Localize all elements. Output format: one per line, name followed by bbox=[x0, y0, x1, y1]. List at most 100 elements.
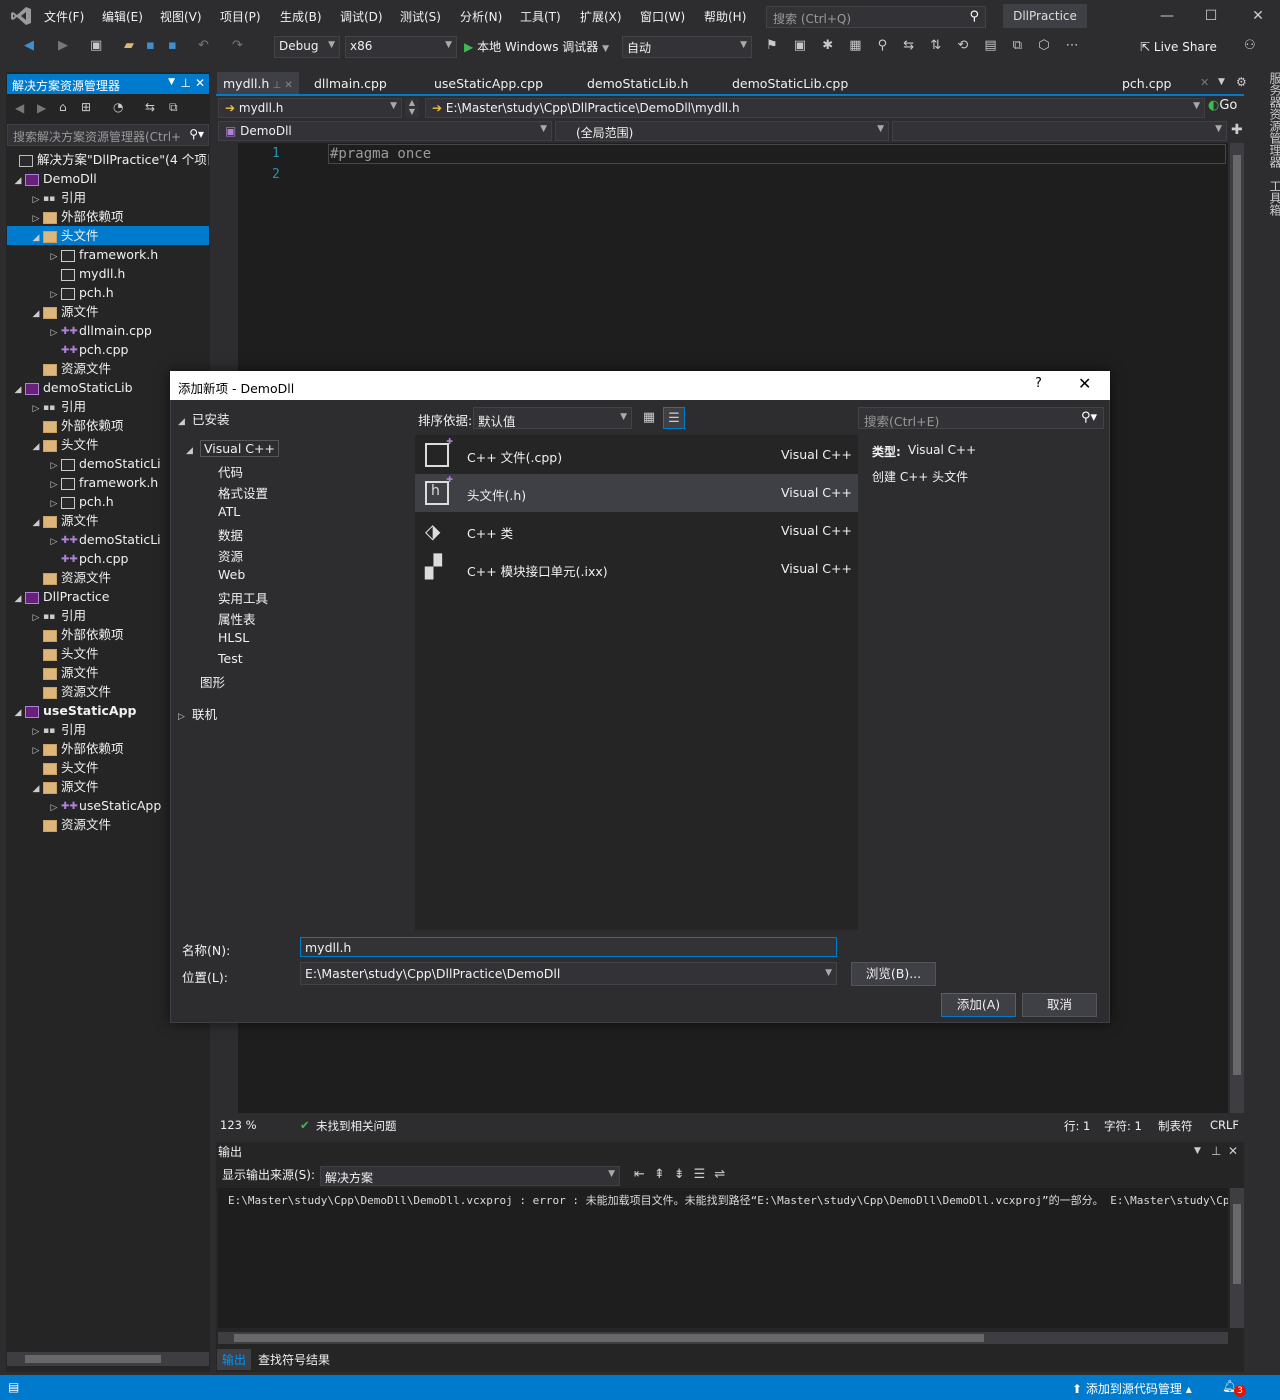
issues-status[interactable]: 未找到相关问题 bbox=[316, 1118, 397, 1134]
add-button[interactable]: 添加(A) bbox=[941, 993, 1016, 1017]
tab-output[interactable]: 输出 bbox=[217, 1349, 252, 1370]
new-project-icon[interactable]: ▣ bbox=[90, 38, 102, 53]
menu-item[interactable]: 分析(N) bbox=[460, 8, 502, 25]
menu-item[interactable]: 调试(D) bbox=[340, 8, 383, 25]
configuration-select[interactable]: Debug ▼ bbox=[274, 36, 340, 58]
maximize-icon[interactable]: ☐ bbox=[1199, 8, 1223, 24]
tabs-indicator[interactable]: 制表符 bbox=[1158, 1118, 1193, 1134]
template-search-input[interactable]: 搜索(Ctrl+E) ⚲▾ bbox=[858, 407, 1104, 429]
close-tab-icon[interactable]: ✕ bbox=[1200, 76, 1209, 89]
doc-tab[interactable]: demoStaticLib.h bbox=[581, 72, 694, 94]
category-item[interactable]: 实用工具 bbox=[218, 588, 268, 607]
member-scope-select[interactable]: ▼ bbox=[892, 121, 1227, 141]
zoom-level[interactable]: 123 % bbox=[220, 1118, 257, 1132]
output-source-select[interactable]: 解决方案 ▼ bbox=[320, 1166, 620, 1186]
tree-item[interactable]: ◢ 头文件 bbox=[7, 226, 209, 245]
doc-tab[interactable]: dllmain.cpp bbox=[308, 72, 393, 94]
expand-arrow-icon[interactable]: ◢ bbox=[11, 172, 25, 188]
tab-list-icon[interactable]: ▼ bbox=[1218, 77, 1225, 87]
platform-select[interactable]: x86 ▼ bbox=[345, 36, 457, 58]
category-item[interactable]: HLSL bbox=[218, 630, 249, 645]
start-debugging-button[interactable]: ▶ 本地 Windows 调试器 ▼ bbox=[464, 38, 609, 55]
expand-arrow-icon[interactable]: ▷ bbox=[47, 457, 61, 473]
expand-arrow-icon[interactable]: ▷ bbox=[47, 286, 61, 302]
expand-arrow-icon[interactable]: ◢ bbox=[11, 590, 25, 606]
tab-find-symbol-results[interactable]: 查找符号结果 bbox=[253, 1349, 335, 1370]
file-nav-select[interactable]: ➔ mydll.h ▼ bbox=[218, 98, 402, 118]
output-vscrollbar[interactable] bbox=[1230, 1188, 1244, 1328]
expand-arrow-icon[interactable]: ◢ bbox=[29, 438, 43, 454]
category-item[interactable]: 数据 bbox=[218, 525, 243, 544]
back-icon[interactable]: ◀ bbox=[24, 38, 34, 53]
debug-target-select[interactable]: 自动 ▼ bbox=[622, 36, 752, 58]
tree-item[interactable]: ✚✚pch.cpp bbox=[7, 340, 209, 359]
quick-search-input[interactable]: 搜索 (Ctrl+Q) ⚲ bbox=[766, 6, 986, 28]
tree-item[interactable]: mydll.h bbox=[7, 264, 209, 283]
browse-button[interactable]: 浏览(B)... bbox=[851, 962, 936, 986]
category-item[interactable]: 资源 bbox=[218, 546, 243, 565]
add-to-source-control-button[interactable]: ⬆ 添加到源代码管理 ▴ bbox=[1072, 1380, 1192, 1397]
expand-arrow-icon[interactable]: ▷ bbox=[47, 533, 61, 549]
menu-item[interactable]: 生成(B) bbox=[280, 8, 322, 25]
dropdown-icon[interactable]: ▼ bbox=[168, 77, 175, 87]
output-hscrollbar[interactable] bbox=[218, 1332, 1228, 1344]
expand-arrow-icon[interactable]: ▷ bbox=[29, 742, 43, 758]
pin-icon[interactable]: ⊥ bbox=[181, 76, 191, 90]
expand-arrow-icon[interactable]: ▷ bbox=[47, 248, 61, 264]
solution-explorer-hscrollbar[interactable] bbox=[7, 1352, 209, 1366]
location-select[interactable]: E:\Master\study\Cpp\DllPractice\DemoDll ▼ bbox=[300, 962, 837, 985]
global-scope-select[interactable]: (全局范围) ▼ bbox=[555, 121, 889, 141]
category-item[interactable]: ◢ Visual C++ bbox=[186, 440, 279, 457]
expand-arrow-icon[interactable]: ▷ bbox=[47, 495, 61, 511]
expand-arrow-icon[interactable]: ◢ bbox=[11, 704, 25, 720]
switch-view-icon[interactable]: ⊞ bbox=[81, 100, 91, 114]
category-item[interactable]: Web bbox=[218, 567, 245, 582]
pending-changes-icon[interactable]: ◔ bbox=[113, 100, 123, 114]
category-item[interactable]: 图形 bbox=[200, 672, 225, 691]
menu-item[interactable]: 编辑(E) bbox=[102, 8, 143, 25]
code-line[interactable]: #pragma once bbox=[330, 146, 431, 162]
expand-arrow-icon[interactable]: ▷ bbox=[29, 210, 43, 226]
menu-item[interactable]: 窗口(W) bbox=[640, 8, 685, 25]
undo-icon[interactable]: ↶ bbox=[198, 38, 209, 53]
menu-item[interactable]: 扩展(X) bbox=[580, 8, 622, 25]
file-path-select[interactable]: ➔ E:\Master\study\Cpp\DllPractice\DemoDl… bbox=[425, 98, 1205, 118]
dropdown-icon[interactable]: ▼ bbox=[1194, 1146, 1201, 1156]
pin-icon[interactable]: ⊥ bbox=[1211, 1144, 1221, 1158]
redo-icon[interactable]: ↷ bbox=[232, 38, 243, 53]
editor-vscrollbar[interactable] bbox=[1230, 143, 1244, 1113]
back-icon[interactable]: ◀ bbox=[15, 101, 24, 115]
doc-tab[interactable]: demoStaticLib.cpp bbox=[726, 72, 854, 94]
split-spinner[interactable]: ▲ ▼ bbox=[405, 98, 419, 118]
expand-arrow-icon[interactable]: ▷ bbox=[29, 191, 43, 207]
home-icon[interactable]: ⌂ bbox=[59, 100, 67, 114]
expand-arrow-icon[interactable]: ▷ bbox=[29, 400, 43, 416]
close-icon[interactable]: ✕ bbox=[1228, 1144, 1238, 1158]
project-scope-select[interactable]: ▣ DemoDll ▼ bbox=[218, 121, 552, 141]
menu-item[interactable]: 视图(V) bbox=[160, 8, 202, 25]
template-item[interactable]: ⬗ C++ 类 Visual C++ bbox=[415, 512, 858, 550]
expand-arrow-icon[interactable]: ◢ bbox=[29, 305, 43, 321]
online-node[interactable]: ▷ 联机 bbox=[178, 704, 217, 723]
close-icon[interactable]: ✕ bbox=[195, 76, 205, 90]
toolbox-tab[interactable]: 工具箱 bbox=[1254, 180, 1280, 380]
menu-item[interactable]: 工具(T) bbox=[520, 8, 561, 25]
category-item[interactable]: 代码 bbox=[218, 462, 243, 481]
menu-item[interactable]: 测试(S) bbox=[400, 8, 441, 25]
tree-item[interactable]: ▷ ✚✚dllmain.cpp bbox=[7, 321, 209, 340]
menu-item[interactable]: 帮助(H) bbox=[704, 8, 746, 25]
template-item[interactable]: ✚ C++ 文件(.cpp) Visual C++ bbox=[415, 436, 858, 474]
menu-item[interactable]: 项目(P) bbox=[220, 8, 261, 25]
sync-icon[interactable]: ⇆ bbox=[145, 100, 155, 114]
list-view-icon[interactable]: ☰ bbox=[663, 407, 685, 429]
expand-arrow-icon[interactable]: ◢ bbox=[11, 381, 25, 397]
tree-item[interactable]: ◢ 源文件 bbox=[7, 302, 209, 321]
forward-icon[interactable]: ▶ bbox=[58, 38, 68, 53]
expand-arrow-icon[interactable]: ▷ bbox=[47, 799, 61, 815]
template-item[interactable]: h ✚ 头文件(.h) Visual C++ bbox=[415, 474, 858, 512]
split-view-icon[interactable]: ✚ bbox=[1231, 122, 1243, 138]
expand-arrow-icon[interactable]: ◢ bbox=[29, 229, 43, 245]
cancel-button[interactable]: 取消 bbox=[1022, 993, 1097, 1017]
tree-item[interactable]: ◢ DemoDll bbox=[7, 169, 209, 188]
template-item[interactable]: ▞ C++ 模块接口单元(.ixx) Visual C++ bbox=[415, 550, 858, 588]
